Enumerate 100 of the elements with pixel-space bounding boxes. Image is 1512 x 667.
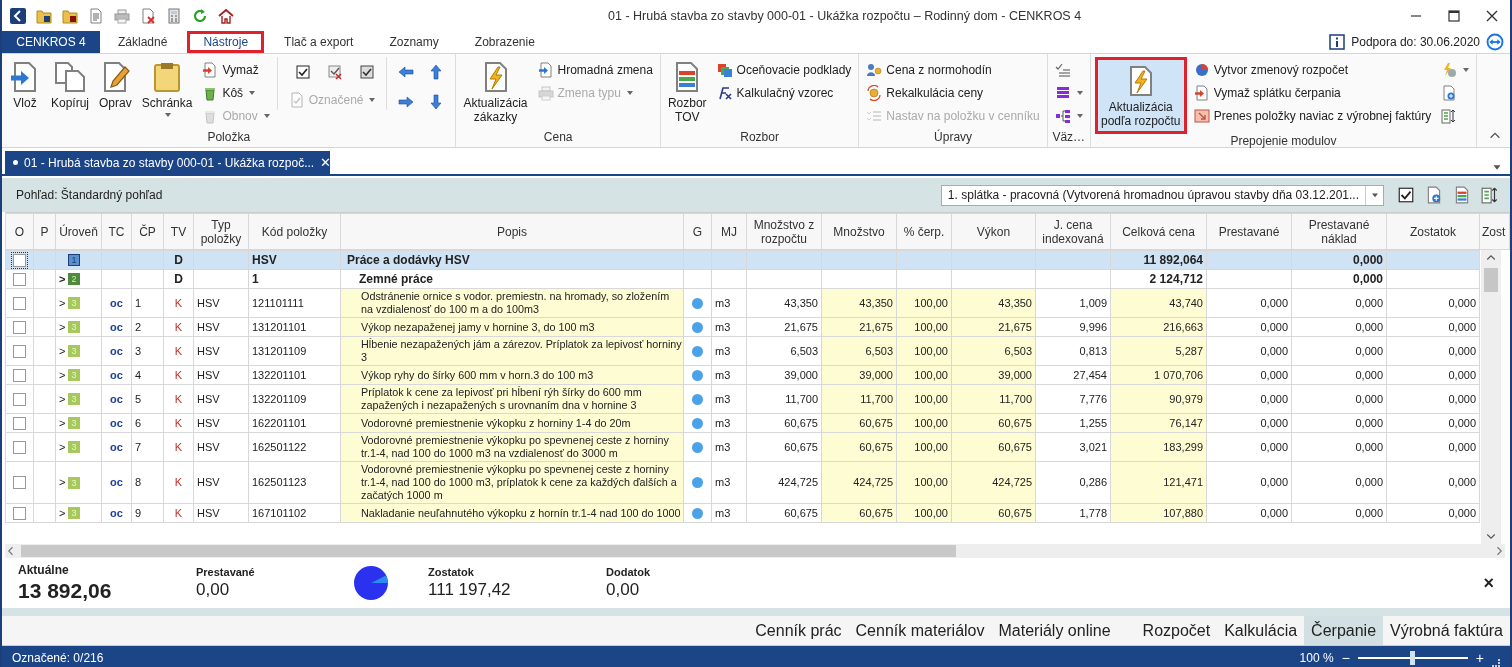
module-tab[interactable]: Kalkulácia	[1217, 616, 1305, 645]
ribbon-tab[interactable]: Základné	[102, 31, 184, 53]
vertical-scrollbar[interactable]	[1481, 250, 1501, 544]
close-button[interactable]: ×	[1477, 572, 1500, 594]
column-header[interactable]: Prestavané náklad	[1291, 213, 1387, 250]
column-header[interactable]: Množstvo	[821, 213, 897, 250]
checklist-icon	[1054, 61, 1071, 78]
ribbon-tab[interactable]: Tlač a export	[268, 31, 370, 53]
ribbon-button[interactable]: Vymaž splátku čerpania	[1190, 82, 1435, 103]
row-checkbox-cell[interactable]	[5, 503, 34, 523]
expand-toggle[interactable]: >	[59, 476, 67, 489]
expand-toggle[interactable]: >	[59, 440, 67, 454]
ribbon-button[interactable]: Oceňovacie podklady	[713, 59, 855, 80]
ribbon-button[interactable]: Rozbor TOV	[664, 57, 710, 126]
checkbox[interactable]	[13, 476, 26, 489]
column-header[interactable]: MJ	[711, 213, 747, 250]
ribbon-button[interactable]: Rekalkulácia ceny	[863, 82, 1043, 103]
expand-toggle[interactable]: >	[59, 272, 67, 286]
ribbon-button[interactable]: Hromadná zmena	[534, 59, 656, 80]
module-tab[interactable]: Cenník materiálov	[848, 616, 992, 645]
row-checkbox-cell[interactable]	[5, 269, 34, 289]
expand-toggle[interactable]: >	[59, 296, 67, 310]
column-header[interactable]: Výkon	[951, 213, 1036, 250]
checkbox[interactable]	[13, 272, 26, 286]
column-header[interactable]: Prestavané	[1206, 213, 1292, 250]
column-header[interactable]: Zostatok	[1386, 213, 1480, 250]
table-cell: 9,996	[1035, 317, 1111, 337]
module-tab[interactable]: Rozpočet	[1135, 616, 1218, 645]
column-header[interactable]: O	[5, 213, 34, 250]
ribbon-button[interactable]: Vymaž	[199, 59, 273, 80]
column-header[interactable]: Zost	[1479, 213, 1510, 250]
column-header[interactable]: Typ položky	[193, 213, 249, 250]
column-header[interactable]: Množstvo z rozpočtu	[746, 213, 822, 250]
module-tab[interactable]: Výrobná faktúra	[1383, 616, 1510, 645]
document-tab[interactable]: 01 - Hrubá stavba zo stavby 000-01 - Ukážka rozpoč... ✕	[5, 151, 330, 174]
column-header[interactable]: TV	[163, 213, 194, 250]
zoom-in-button[interactable]: +	[1475, 650, 1484, 666]
ribbon-tab[interactable]: Zoznamy	[373, 31, 455, 53]
ribbon-button[interactable]: Kopíruj	[48, 57, 93, 112]
row-checkbox-cell[interactable]	[5, 432, 34, 462]
ribbon-button[interactable]: Schránka	[138, 57, 196, 119]
expand-toggle[interactable]: >	[59, 506, 67, 520]
scroll-thumb[interactable]	[1484, 268, 1498, 292]
back-button[interactable]	[8, 5, 28, 26]
column-header[interactable]: Kód položky	[248, 213, 341, 250]
expand-toggle[interactable]: >	[59, 320, 67, 334]
expand-toggle[interactable]: >	[59, 392, 67, 406]
expand-toggle[interactable]: >	[59, 344, 67, 358]
checkbox[interactable]	[13, 368, 26, 382]
ribbon-button[interactable]: Vlož	[6, 57, 44, 112]
row-checkbox-cell[interactable]	[5, 336, 34, 366]
installment-dropdown[interactable]: 1. splátka - pracovná (Vytvorená hromadnou úpravou stavby dňa 03.12.201...	[940, 184, 1384, 206]
column-header[interactable]: P	[33, 213, 56, 250]
column-header[interactable]: TC	[101, 213, 132, 250]
table-cell: K	[163, 317, 194, 337]
column-header[interactable]: Úroveň	[55, 213, 102, 250]
column-header[interactable]: % čerp.	[896, 213, 952, 250]
table-cell: HSV	[193, 461, 249, 504]
checkbox[interactable]	[13, 253, 26, 267]
ribbon-button[interactable]: Vytvor zmenový rozpočet	[1190, 59, 1435, 80]
ribbon-tab[interactable]: Zobrazenie	[458, 31, 551, 53]
column-header[interactable]: Celková cena	[1110, 213, 1207, 250]
ribbon-button[interactable]: Kalkulačný vzorec	[713, 82, 855, 103]
column-header[interactable]: G	[683, 213, 712, 250]
row-checkbox-cell[interactable]	[5, 288, 34, 318]
checkbox[interactable]	[13, 506, 26, 520]
table-cell: 6,503	[821, 336, 897, 366]
checkbox[interactable]	[13, 344, 26, 358]
row-checkbox-cell[interactable]	[5, 317, 34, 337]
horizontal-scrollbar[interactable]	[5, 544, 1505, 558]
row-checkbox-cell[interactable]	[5, 461, 34, 504]
close-tab-button[interactable]: ✕	[320, 155, 332, 170]
zoom-out-button[interactable]: −	[1341, 650, 1350, 666]
ribbon-button[interactable]: Kôš	[199, 82, 273, 103]
checkbox[interactable]	[13, 392, 26, 406]
module-tab[interactable]: Cenník prác	[748, 616, 849, 645]
row-checkbox-cell[interactable]	[5, 250, 34, 270]
expand-toggle[interactable]: >	[59, 416, 67, 430]
ribbon-button[interactable]: Aktualizácia podľa rozpočtu	[1094, 57, 1187, 134]
ribbon-tab[interactable]: Nástroje	[187, 31, 265, 53]
ribbon-button[interactable]: Prenes položky naviac z výrobnej faktúry	[1190, 105, 1435, 126]
ribbon-button[interactable]: Oprav	[96, 57, 135, 112]
column-header[interactable]: ČP	[131, 213, 164, 250]
checkbox[interactable]	[13, 440, 26, 454]
row-checkbox-cell[interactable]	[5, 413, 34, 433]
expand-toggle[interactable]: >	[59, 368, 67, 382]
app-menu-button[interactable]: CENKROS 4	[2, 31, 100, 53]
module-tab[interactable]: Čerpanie	[1304, 616, 1384, 645]
scroll-thumb[interactable]	[21, 545, 956, 557]
column-header[interactable]: Popis	[340, 213, 684, 250]
checkbox[interactable]	[13, 416, 26, 430]
column-header[interactable]: J. cena indexovaná	[1035, 213, 1111, 250]
row-checkbox-cell[interactable]	[5, 365, 34, 385]
module-tab[interactable]: Materiály online	[991, 616, 1136, 645]
slider-thumb[interactable]	[1409, 651, 1415, 665]
checkbox[interactable]	[13, 296, 26, 310]
ribbon-button[interactable]: Cena z normohodín	[863, 59, 1043, 80]
checkbox[interactable]	[13, 320, 26, 334]
row-checkbox-cell[interactable]	[5, 384, 34, 414]
ribbon-button[interactable]: Aktualizácia zákazky	[460, 57, 531, 126]
